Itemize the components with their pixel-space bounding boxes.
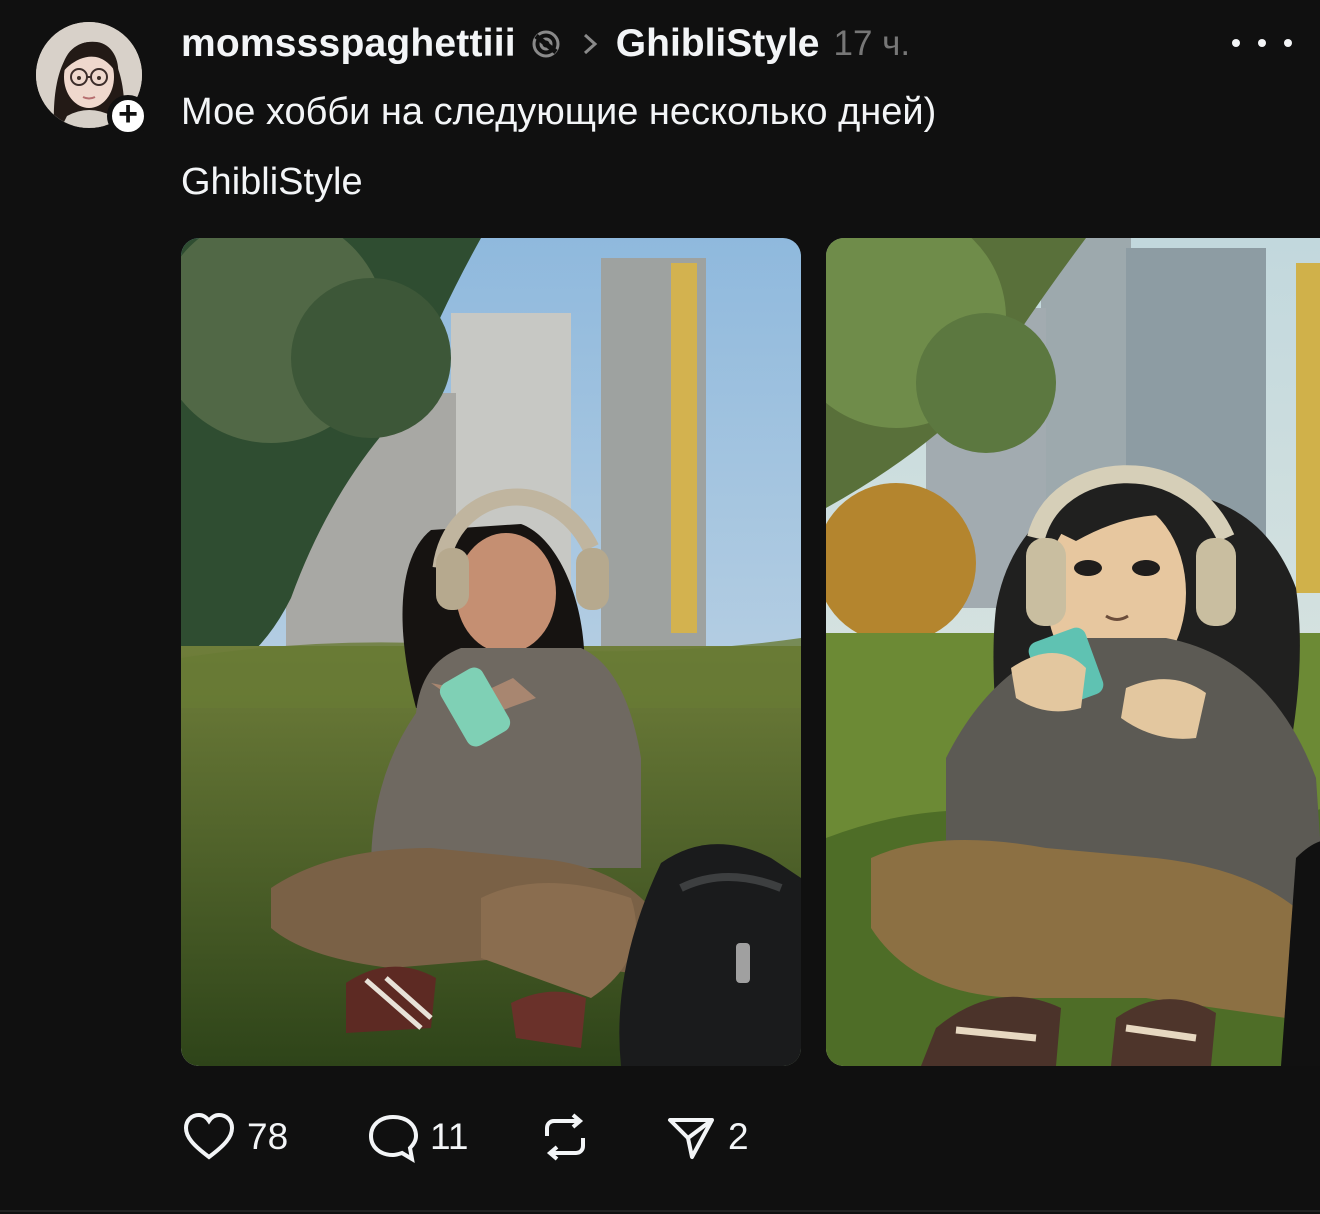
media-carousel[interactable] [181, 238, 1320, 1066]
post-text: Мое хобби на следующие несколько дней) [181, 91, 937, 133]
share-count: 2 [728, 1116, 749, 1157]
chevron-right-icon [576, 27, 604, 61]
anime-illustration-media[interactable] [826, 238, 1320, 1066]
photo-media[interactable] [181, 238, 801, 1066]
share-icon [668, 1118, 714, 1159]
follow-button[interactable]: + [107, 95, 149, 137]
thread-icon [528, 26, 564, 62]
like-button[interactable]: 78 [181, 1106, 366, 1168]
more-icon [1284, 39, 1292, 47]
heart-icon [183, 1112, 235, 1160]
photo-image [181, 238, 801, 1066]
comment-icon [368, 1114, 419, 1163]
post-divider [0, 1210, 1320, 1212]
post-hashtag[interactable]: GhibliStyle [181, 156, 363, 208]
author-avatar-wrapper[interactable]: + [36, 22, 149, 137]
repost-icon [545, 1113, 585, 1161]
author-username[interactable]: momssspaghettiii [181, 22, 516, 66]
like-count: 78 [247, 1116, 289, 1157]
share-button[interactable]: 2 [664, 1106, 764, 1168]
more-icon [1258, 39, 1266, 47]
plus-icon: + [118, 95, 138, 133]
post-actions: 78 11 2 [181, 1106, 764, 1168]
comment-count: 11 [430, 1116, 469, 1157]
topic-link[interactable]: GhibliStyle [616, 22, 820, 66]
more-icon [1232, 39, 1240, 47]
repost-button[interactable] [538, 1106, 664, 1168]
more-options-button[interactable] [1232, 28, 1292, 58]
post-time: 17 ч. [833, 24, 911, 63]
post-header: momssspaghettiii GhibliStyle 17 ч. [181, 20, 910, 68]
comment-button[interactable]: 11 [366, 1106, 538, 1168]
anime-image [826, 238, 1320, 1066]
